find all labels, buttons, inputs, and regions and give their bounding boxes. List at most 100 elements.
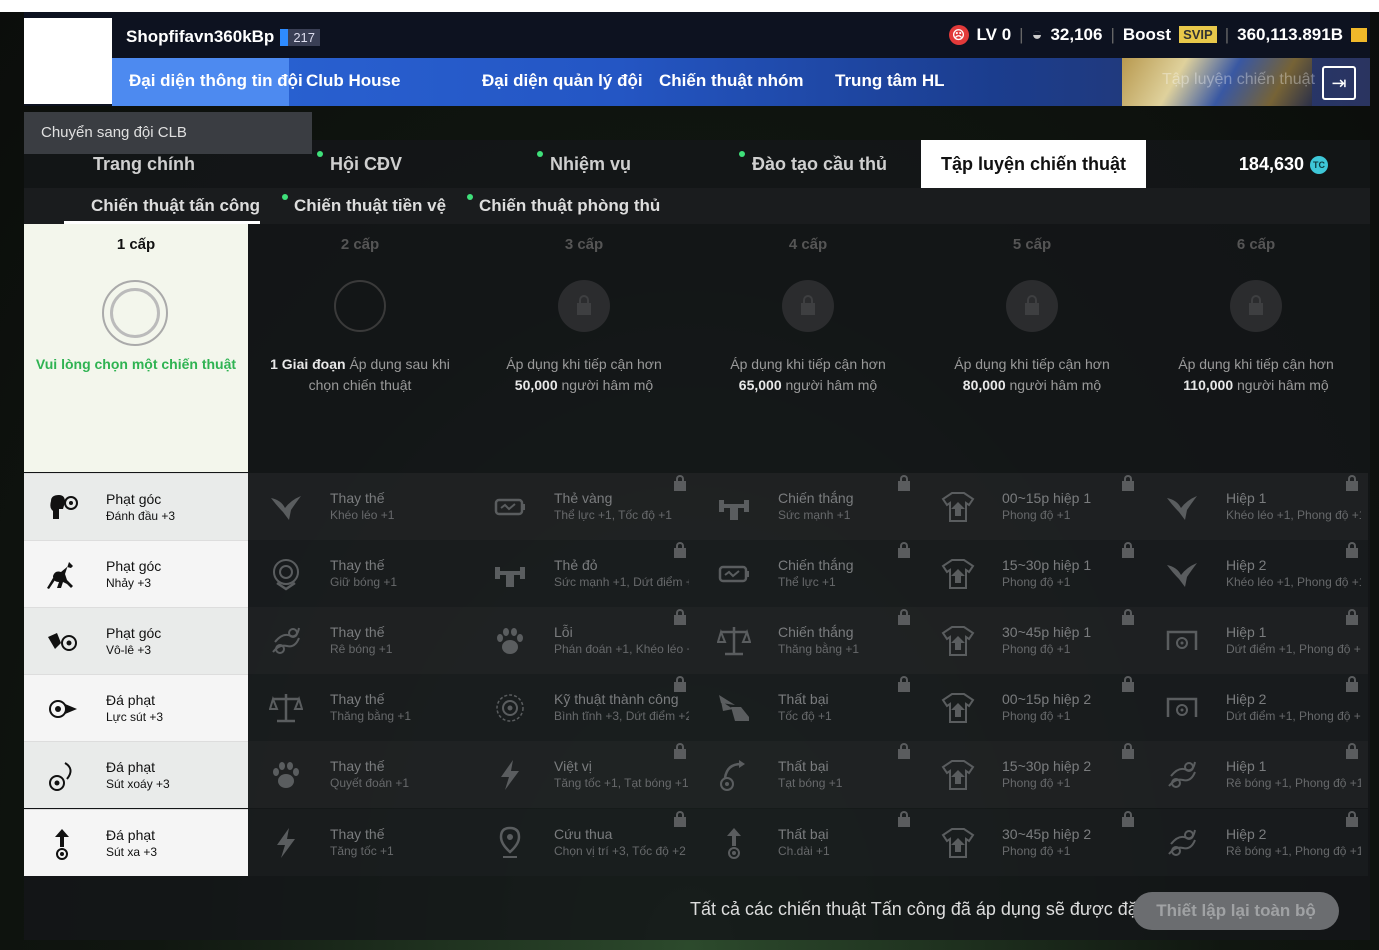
tactic-card[interactable]: Thay thế Khéo léo +1 [248,473,472,540]
tactic-card[interactable]: Kỹ thuật thành công Bình tĩnh +3, Dứt điể… [472,674,696,741]
tactic-card[interactable]: Chiến thắng Sức mạnh +1 [696,473,920,540]
tactic-card[interactable]: Phạt góc Đánh đầu +3 [24,473,248,540]
tactic-card[interactable]: 00~15p hiệp 2 Phong độ +1 [920,674,1144,741]
tab-missions[interactable]: Nhiệm vụ [536,151,631,175]
lock-icon [1230,280,1282,332]
tc-balance-value: 184,630 [1238,154,1304,174]
tactic-card[interactable]: Hiệp 1 Dứt điểm +1, Phong độ +1 [1144,607,1368,674]
tactic-card[interactable]: Cứu thua Chọn vị trí +3, Tốc độ +2 [472,809,696,876]
level-card-2[interactable]: 2 cấp 1 Giai đoạn Áp dụng sau khi chọn c… [248,224,472,472]
tactic-card[interactable]: Chiến thắng Thăng bằng +1 [696,607,920,674]
tactic-bonus: Thăng bằng +1 [778,642,860,656]
tab-fan-club[interactable]: Hội CĐV [317,151,402,175]
tactic-card[interactable]: Hiệp 2 Rê bóng +1, Phong độ +1 [1144,809,1368,876]
tactic-card[interactable]: Hiệp 1 Rê bóng +1, Phong độ +1 [1144,741,1368,808]
tactic-bonus: Thể lực +1, Tốc độ +1 [554,508,672,522]
nav-club-house[interactable]: Club House [306,71,400,91]
tactic-card[interactable]: Phạt góc Vô-lê +3 [24,607,248,674]
tactic-card[interactable]: Đá phạt Sút xoáy +3 [24,741,248,808]
tactic-name: Phạt góc [106,558,162,574]
padlock-icon [1346,811,1358,827]
tactic-name: Thất bại [778,758,829,774]
nav-team-tactics[interactable]: Chiến thuật nhóm [659,71,803,91]
level-card-1[interactable]: 1 cấp Vui lòng chọn một chiến thuật [24,224,248,472]
reset-all-button[interactable]: Thiết lập lại toàn bộ [1133,892,1339,930]
exit-icon[interactable]: ⇥ [1322,66,1356,100]
padlock-icon [1122,542,1134,558]
tactic-bonus: Tạt bóng +1 [778,776,843,790]
tactic-card[interactable]: Thẻ đỏ Sức mạnh +1, Dứt điểm +1 [472,540,696,607]
tactic-bonus: Phong độ +1 [1002,575,1071,589]
level-message-rest: người hâm mộ [1233,377,1329,393]
tactic-bonus: Phán đoán +1, Khéo léo +1 [554,642,689,656]
switch-club-menu-item[interactable]: Chuyển sang đội CLB [24,112,312,154]
tactic-card[interactable]: Phạt góc Nhảy +3 [24,540,248,607]
tab-tactics-training[interactable]: Tập luyện chiến thuật [921,140,1146,188]
tactic-name: Hiệp 2 [1226,557,1267,573]
club-logo[interactable] [24,18,112,104]
tactic-card[interactable]: Thẻ vàng Thể lực +1, Tốc độ +1 [472,473,696,540]
tactic-row: Phạt góc Đánh đầu +3 Thay thế Khéo léo +1 Th… [24,473,1370,540]
tactic-card[interactable]: Lỗi Phán đoán +1, Khéo léo +1 [472,607,696,674]
tactic-slot-ring-icon[interactable] [102,280,168,346]
level-value: LV 0 [976,24,1012,44]
tactic-card[interactable]: Thay thế Quyết đoán +1 [248,741,472,808]
tactic-card[interactable]: Hiệp 1 Khéo léo +1, Phong độ +1 [1144,473,1368,540]
nav-team-info[interactable]: Đại diện thông tin đội [129,71,303,91]
dribble-icon [268,623,304,659]
nav-training-center[interactable]: Trung tâm HL [835,71,945,91]
lightning-icon [492,757,528,793]
tactic-bonus: Đánh đầu +3 [106,509,176,523]
tactic-bonus: Phong độ +1 [1002,508,1071,522]
tactic-card[interactable]: Đá phạt Sút xa +3 [24,809,248,876]
tactic-card[interactable]: 30~45p hiệp 1 Phong độ +1 [920,607,1144,674]
level-message: 1 Giai đoạn Áp dụng sau khi chọn chiến t… [258,354,462,396]
subtab-attack[interactable]: Chiến thuật tấn công [91,196,260,216]
nav-team-manager[interactable]: Đại diện quản lý đội [482,71,643,91]
tactic-card[interactable]: Thay thế Tăng tốc +1 [248,809,472,876]
empty-slot-icon [334,280,386,332]
dumbbell-icon [716,489,752,525]
tactic-card[interactable]: Hiệp 2 Khéo léo +1, Phong độ +1 [1144,540,1368,607]
padlock-icon [898,542,910,558]
tactic-card[interactable]: 30~45p hiệp 2 Phong độ +1 [920,809,1144,876]
tactic-card[interactable]: Thất bại Ch.dài +1 [696,809,920,876]
tactic-card[interactable]: 15~30p hiệp 2 Phong độ +1 [920,741,1144,808]
tab-home[interactable]: Trang chính [93,154,195,175]
level-title: 3 cấp [564,236,604,253]
padlock-icon [1122,475,1134,491]
level-message-rest: người hâm mộ [781,377,878,393]
tactic-card[interactable]: Thay thế Thăng bằng +1 [248,674,472,741]
header-stats: ☹ LV 0 | ◒ 32,106 | Boost SVIP | 360,113… [948,24,1367,45]
tactic-card[interactable]: Chiến thắng Thể lực +1 [696,540,920,607]
tactic-name: Kỹ thuật thành công [554,691,679,707]
tactic-bonus: Dứt điểm +1, Phong độ +1 [1226,709,1361,723]
tactic-name: Hiệp 2 [1226,826,1267,842]
tactic-name: Cứu thua [554,826,613,842]
tactic-card[interactable]: Thay thế Giữ bóng +1 [248,540,472,607]
tc-coin-icon: TC [1310,155,1328,174]
tactic-name: Phạt góc [106,625,162,641]
tactic-bonus: Quyết đoán +1 [330,776,410,790]
tactic-card[interactable]: Thất bại Tốc độ +1 [696,674,920,741]
level-title: 6 cấp [1236,236,1276,253]
tactic-card[interactable]: Đá phạt Lực sút +3 [24,674,248,741]
tab-player-training[interactable]: Đào tạo cầu thủ [738,151,887,175]
level-message-bold: 1 Giai đoạn [270,356,346,372]
tactic-bonus: Phong độ +1 [1002,776,1071,790]
tactic-name: Đá phạt [106,827,156,843]
tactic-card[interactable]: 00~15p hiệp 1 Phong độ +1 [920,473,1144,540]
tactic-card[interactable]: Hiệp 2 Dứt điểm +1, Phong độ +1 [1144,674,1368,741]
tactic-name: Phạt góc [106,491,162,507]
tactic-card[interactable]: 15~30p hiệp 1 Phong độ +1 [920,540,1144,607]
tactic-bonus: Tăng tốc +1 [330,844,394,858]
tactic-card[interactable]: Việt vị Tăng tốc +1, Tạt bóng +1 [472,741,696,808]
level-message-rest: người hâm mộ [1005,377,1102,393]
subtab-defense[interactable]: Chiến thuật phòng thủ [466,194,660,216]
subtab-midfield[interactable]: Chiến thuật tiền vệ [281,194,446,216]
battery-icon [716,556,752,592]
padlock-icon [898,811,910,827]
tactic-card[interactable]: Thay thế Rê bóng +1 [248,607,472,674]
tactic-bonus: Khéo léo +1, Phong độ +1 [1226,575,1361,589]
tactic-card[interactable]: Thất bại Tạt bóng +1 [696,741,920,808]
